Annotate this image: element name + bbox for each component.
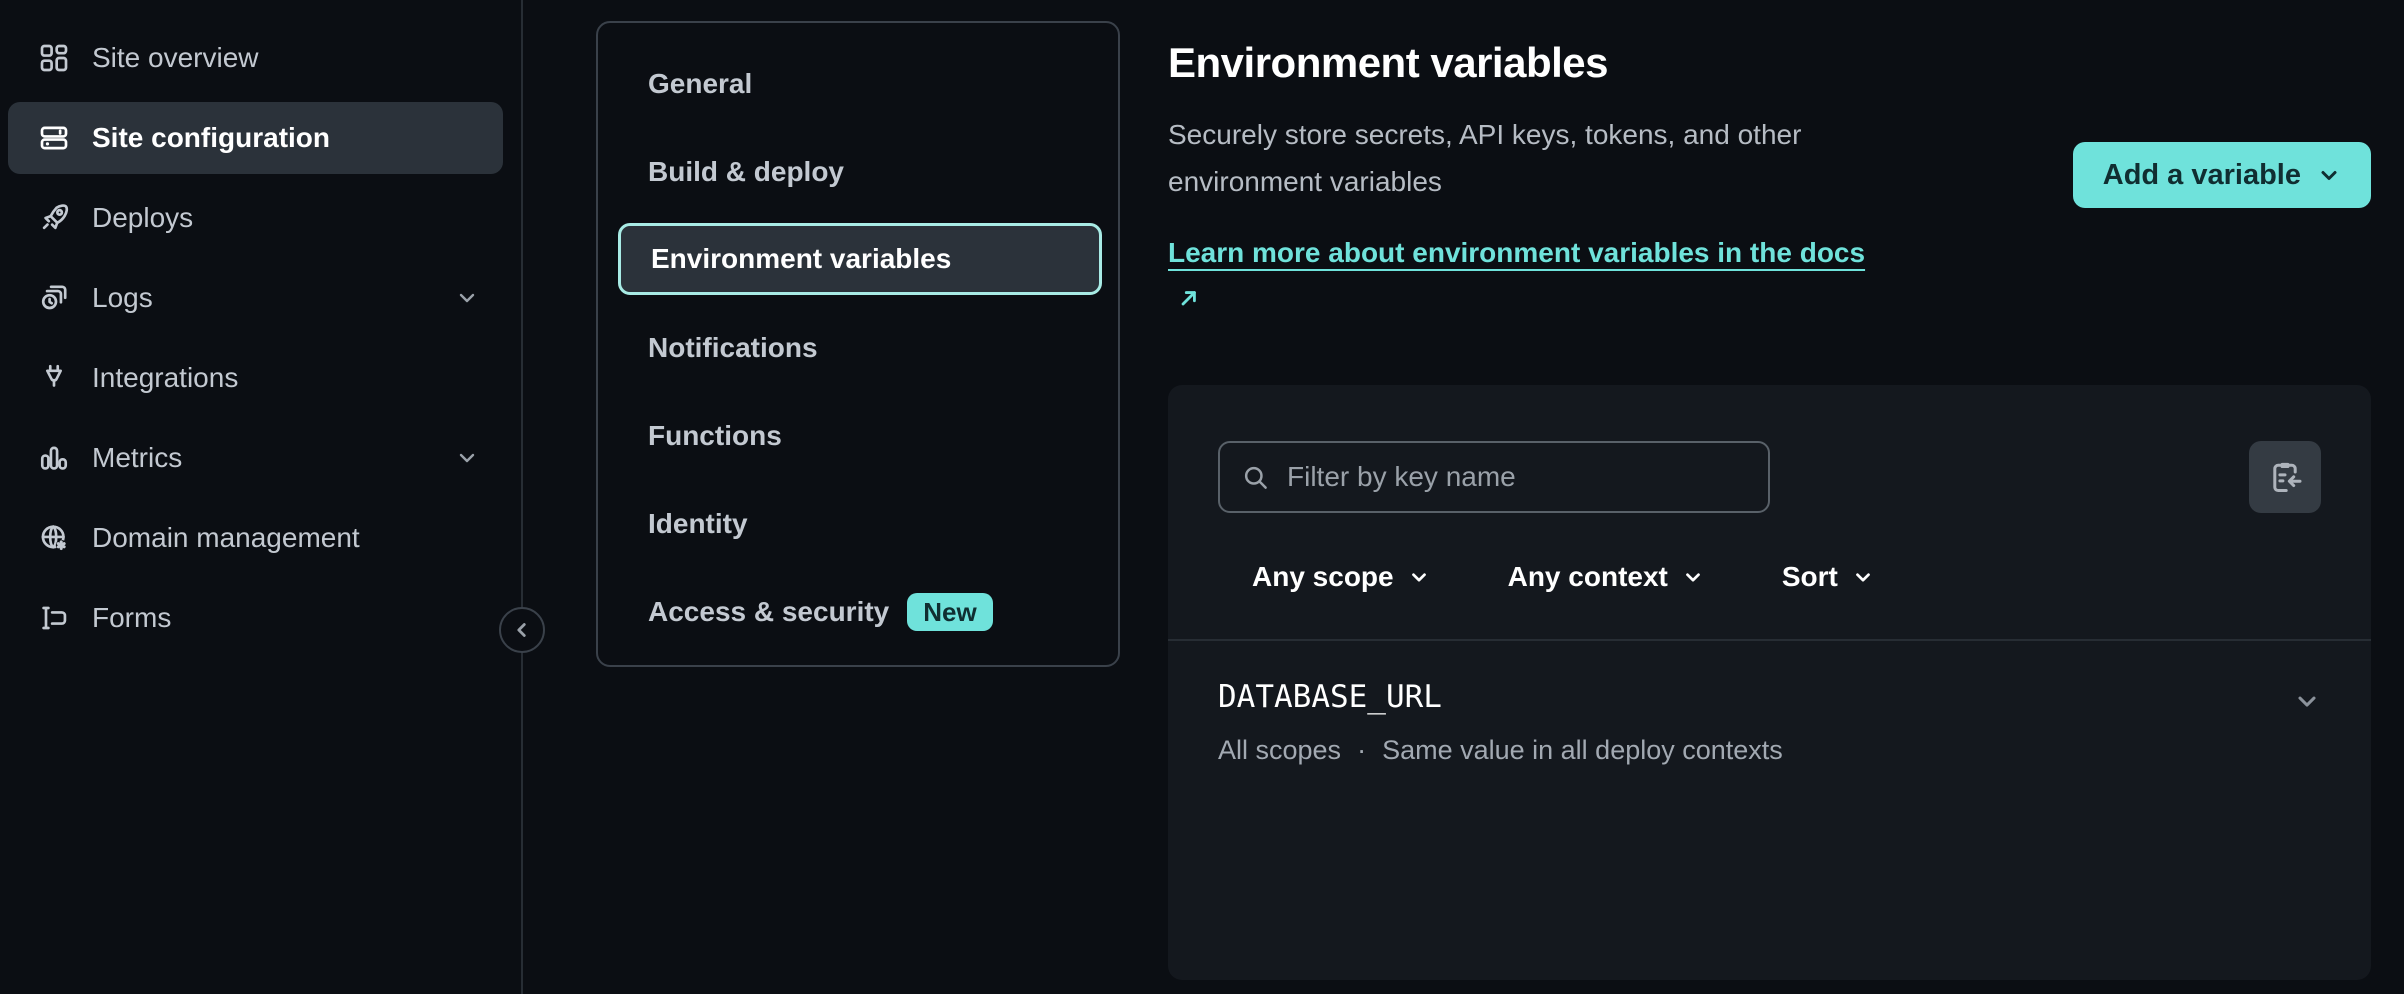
clipboard-import-icon — [2267, 459, 2303, 495]
site-sidebar: Site overview Site configuration Deploys… — [0, 0, 523, 994]
sidebar-item-label: Site configuration — [92, 122, 330, 154]
server-icon — [38, 122, 70, 154]
sidebar-item-domain-management[interactable]: Domain management — [8, 502, 503, 574]
sidebar-item-deploys[interactable]: Deploys — [8, 182, 503, 254]
sidebar-item-integrations[interactable]: Integrations — [8, 342, 503, 414]
add-variable-label: Add a variable — [2103, 159, 2301, 192]
filter-any-context[interactable]: Any context — [1508, 561, 1704, 593]
sidebar-item-label: Deploys — [92, 202, 193, 234]
config-nav-functions[interactable]: Functions — [634, 407, 1082, 465]
docs-link-label: Learn more about environment variables i… — [1168, 237, 1865, 268]
sidebar-item-logs[interactable]: Logs — [8, 262, 503, 334]
env-var-key: DATABASE_URL — [1218, 679, 1442, 715]
config-nav-label: Notifications — [648, 332, 818, 364]
chevron-down-icon — [1408, 566, 1430, 588]
content-header: Environment variables Securely store sec… — [1168, 39, 2371, 323]
sidebar-item-site-configuration[interactable]: Site configuration — [8, 102, 503, 174]
header-text-block: Environment variables Securely store sec… — [1168, 39, 1898, 323]
config-nav-label: Access & security — [648, 596, 889, 628]
config-nav-label: General — [648, 68, 752, 100]
search-icon — [1242, 464, 1269, 491]
grid-icon — [38, 42, 70, 74]
config-nav-label: Functions — [648, 420, 782, 452]
chevron-down-icon[interactable] — [455, 446, 479, 470]
filter-label: Sort — [1782, 561, 1838, 593]
config-nav-environment-variables[interactable]: Environment variables — [618, 223, 1102, 295]
sidebar-item-site-overview[interactable]: Site overview — [8, 22, 503, 94]
page-description: Securely store secrets, API keys, tokens… — [1168, 111, 1898, 205]
docs-link[interactable]: Learn more about environment variables i… — [1168, 229, 1898, 323]
page-title: Environment variables — [1168, 39, 1898, 87]
filters-row: Any scope Any context Sort — [1168, 561, 2371, 593]
new-badge: New — [907, 593, 992, 632]
env-var-row-top: DATABASE_URL — [1218, 679, 2321, 715]
chevron-down-icon — [1682, 566, 1704, 588]
sidebar-item-label: Logs — [92, 282, 153, 314]
chevron-down-icon[interactable] — [455, 286, 479, 310]
sidebar-item-label: Domain management — [92, 522, 360, 554]
bar-chart-icon — [38, 442, 70, 474]
logs-clock-icon — [38, 282, 70, 314]
sidebar-item-label: Forms — [92, 602, 171, 634]
env-var-context: Same value in all deploy contexts — [1382, 735, 1783, 766]
sidebar-item-label: Integrations — [92, 362, 238, 394]
env-var-scope: All scopes — [1218, 735, 1341, 766]
app-root: Site overview Site configuration Deploys… — [0, 0, 2404, 994]
import-env-button[interactable] — [2249, 441, 2321, 513]
globe-icon — [38, 522, 70, 554]
config-nav-label: Build & deploy — [648, 156, 844, 188]
rocket-icon — [38, 202, 70, 234]
sidebar-item-label: Site overview — [92, 42, 259, 74]
form-field-icon — [38, 602, 70, 634]
chevron-down-icon[interactable] — [2293, 687, 2321, 715]
filter-label: Any context — [1508, 561, 1668, 593]
add-variable-button[interactable]: Add a variable — [2073, 142, 2371, 208]
config-nav-access-security[interactable]: Access & security New — [634, 583, 1082, 641]
filter-sort[interactable]: Sort — [1782, 561, 1874, 593]
arrow-up-right-icon — [1176, 285, 1202, 311]
plug-icon — [38, 362, 70, 394]
sidebar-item-forms[interactable]: Forms — [8, 582, 503, 654]
env-vars-content: Environment variables Securely store sec… — [1168, 21, 2371, 994]
filter-any-scope[interactable]: Any scope — [1252, 561, 1430, 593]
panel-toolbar — [1168, 441, 2371, 513]
filter-label: Any scope — [1252, 561, 1394, 593]
sidebar-item-metrics[interactable]: Metrics — [8, 422, 503, 494]
config-nav-label: Identity — [648, 508, 748, 540]
config-nav-general[interactable]: General — [634, 55, 1082, 113]
env-var-meta: All scopes · Same value in all deploy co… — [1218, 735, 2321, 766]
site-configuration-nav: General Build & deploy Environment varia… — [596, 21, 1120, 667]
chevron-left-icon — [511, 619, 533, 641]
config-nav-build-deploy[interactable]: Build & deploy — [634, 143, 1082, 201]
config-nav-notifications[interactable]: Notifications — [634, 319, 1082, 377]
filter-key-input[interactable] — [1285, 460, 1746, 494]
sidebar-item-label: Metrics — [92, 442, 182, 474]
chevron-down-icon — [1852, 566, 1874, 588]
meta-separator: · — [1357, 735, 1366, 766]
sidebar-collapse-button[interactable] — [499, 607, 545, 653]
main-region: General Build & deploy Environment varia… — [523, 0, 2404, 994]
config-nav-identity[interactable]: Identity — [634, 495, 1082, 553]
chevron-down-icon — [2317, 163, 2341, 187]
env-var-row-database-url[interactable]: DATABASE_URL All scopes · Same value in … — [1168, 641, 2371, 766]
filter-search-box[interactable] — [1218, 441, 1770, 513]
env-vars-panel: Any scope Any context Sort DAT — [1168, 385, 2371, 980]
config-nav-label: Environment variables — [651, 243, 951, 275]
